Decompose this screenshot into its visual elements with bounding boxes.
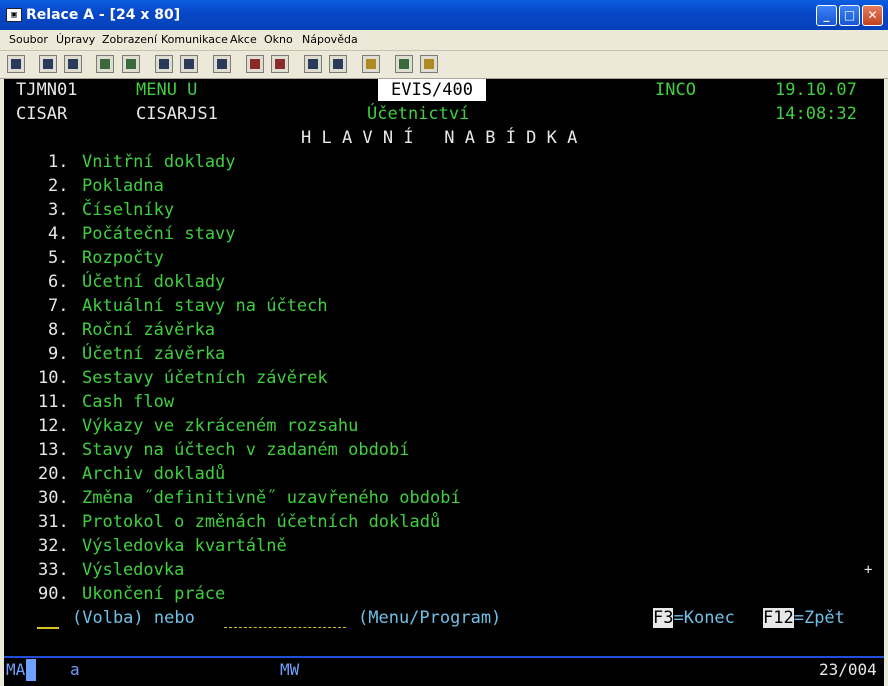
menu-id: MENU U (136, 80, 198, 100)
send-icon[interactable] (96, 55, 114, 73)
option-number: 5. (48, 248, 69, 268)
transfer-down-icon[interactable] (329, 55, 347, 73)
date: 19.10.07 (775, 80, 857, 100)
option-label[interactable]: Ukončení práce (82, 583, 225, 605)
option-label[interactable]: Aktuální stavy na účtech (82, 295, 328, 317)
option-number: 3. (48, 200, 69, 220)
menu-bar: Soubor Úpravy Zobrazení Komunikace Akce … (0, 30, 888, 51)
macro-record-icon[interactable] (246, 55, 264, 73)
option-number: 31. (38, 512, 69, 532)
job-name: CISARJS1 (136, 104, 218, 124)
option-label[interactable]: Účetní závěrka (82, 343, 225, 365)
f12-key-label: F12 (763, 608, 794, 628)
option-number: 30. (38, 488, 69, 508)
maximize-button[interactable]: □ (839, 5, 860, 26)
menu-okno[interactable]: Okno (264, 33, 293, 46)
globe-icon[interactable] (395, 55, 413, 73)
option-label[interactable]: Počáteční stavy (82, 223, 236, 245)
option-number: 10. (38, 368, 69, 388)
window-title: Relace A - [24 x 80] (26, 7, 181, 23)
system-name: EVIS/400 (378, 79, 486, 101)
option-label[interactable]: Číselníky (82, 199, 174, 221)
status-indicator: MW (280, 660, 300, 679)
option-number: 33. (38, 560, 69, 580)
option-number: 1. (48, 152, 69, 172)
option-label[interactable]: Účetní doklady (82, 271, 225, 293)
option-label[interactable]: Vnitřní doklady (82, 151, 236, 173)
option-label[interactable]: Změna ˝definitivně˝ uzavřeného období (82, 487, 461, 509)
option-number: 20. (38, 464, 69, 484)
f12-action: =Zpět (793, 608, 845, 628)
f3-action: =Konec (673, 608, 735, 628)
close-button[interactable]: ✕ (862, 5, 883, 26)
option-label[interactable]: Archiv dokladů (82, 463, 225, 485)
menu-zobrazeni[interactable]: Zobrazení (102, 33, 157, 46)
option-label[interactable]: Výsledovka kvartálně (82, 535, 287, 557)
option-input[interactable] (37, 607, 59, 629)
cursor-indicator (26, 659, 36, 681)
status-divider (4, 656, 884, 658)
volba-label: (Volba) nebo (72, 608, 195, 628)
option-number: 6. (48, 272, 69, 292)
menu-upravy[interactable]: Úpravy (56, 33, 95, 46)
page-title: H L A V N Í N A B Í D K A (301, 128, 578, 148)
minimize-button[interactable]: _ (816, 5, 837, 26)
copy-icon[interactable] (39, 55, 57, 73)
option-label[interactable]: Stavy na účtech v zadaném období (82, 439, 410, 461)
more-indicator: + (864, 562, 873, 578)
program-id: TJMN01 (16, 80, 78, 100)
menu-program-label: (Menu/Program) (358, 608, 502, 628)
option-number: 2. (48, 176, 69, 196)
company-code: INCO (655, 80, 696, 100)
display-icon[interactable] (155, 55, 173, 73)
option-label[interactable]: Pokladna (82, 175, 164, 197)
transfer-up-icon[interactable] (304, 55, 322, 73)
menu-napoveda[interactable]: Nápověda (302, 33, 358, 46)
menu-komunikace[interactable]: Komunikace (161, 33, 228, 46)
menu-program-input[interactable] (224, 607, 346, 628)
menu-akce[interactable]: Akce (230, 33, 257, 46)
receive-icon[interactable] (122, 55, 140, 73)
option-number: 32. (38, 536, 69, 556)
option-number: 12. (38, 416, 69, 436)
f12-back-key[interactable]: F12=Zpět (763, 607, 845, 629)
print-screen-icon[interactable] (7, 55, 25, 73)
chart-icon[interactable] (213, 55, 231, 73)
toolbar (0, 51, 888, 79)
option-label[interactable]: Rozpočty (82, 247, 164, 269)
macro-play-icon[interactable] (271, 55, 289, 73)
time: 14:08:32 (775, 104, 857, 124)
option-number: 9. (48, 344, 69, 364)
help-icon[interactable] (420, 55, 438, 73)
terminal-screen[interactable]: TJMN01 MENU U EVIS/400 INCO 19.10.07 CIS… (4, 79, 884, 686)
paste-icon[interactable] (64, 55, 82, 73)
user-name: CISAR (16, 104, 68, 124)
option-number: 90. (38, 584, 69, 604)
menu-soubor[interactable]: Soubor (9, 33, 48, 46)
title-bar: ▣ Relace A - [24 x 80] _ □ ✕ (0, 0, 888, 30)
clipboard-icon[interactable] (362, 55, 380, 73)
option-label[interactable]: Roční závěrka (82, 319, 215, 341)
status-mode: MA (6, 660, 26, 679)
option-label[interactable]: Výkazy ve zkráceném rozsahu (82, 415, 358, 437)
section-title: Účetnictví (367, 104, 470, 124)
option-number: 7. (48, 296, 69, 316)
option-label[interactable]: Sestavy účetních závěrek (82, 367, 328, 389)
f3-key-label: F3 (653, 608, 674, 628)
option-label[interactable]: Výsledovka (82, 559, 184, 581)
option-number: 11. (38, 392, 69, 412)
option-label[interactable]: Cash flow (82, 391, 174, 413)
terminal-icon[interactable]: ▣ (6, 8, 22, 22)
keypad-icon[interactable] (180, 55, 198, 73)
f3-exit-key[interactable]: F3=Konec (653, 607, 735, 629)
status-shift: a (70, 660, 80, 679)
cursor-position: 23/004 (819, 660, 877, 679)
option-number: 8. (48, 320, 69, 340)
option-number: 4. (48, 224, 69, 244)
option-number: 13. (38, 440, 69, 460)
option-label[interactable]: Protokol o změnách účetních dokladů (82, 511, 440, 533)
